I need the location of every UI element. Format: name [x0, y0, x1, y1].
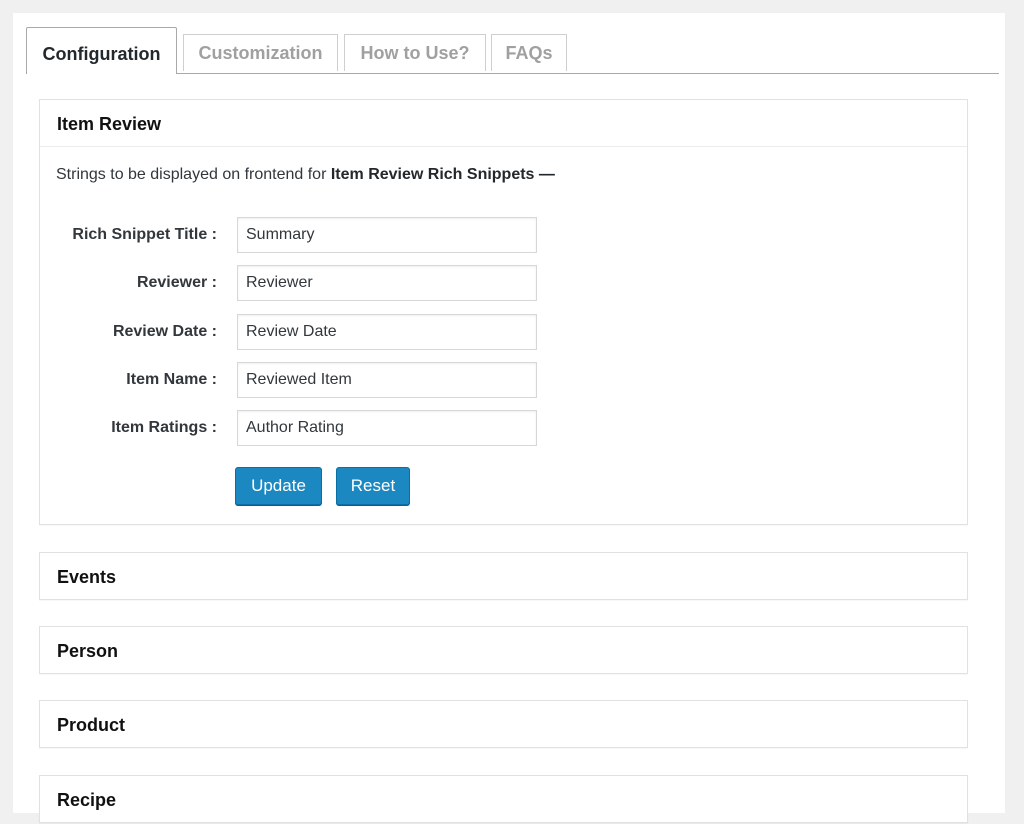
review-date-input[interactable]: [237, 314, 537, 350]
item-name-label: Item Name :: [126, 371, 217, 388]
events-panel-title[interactable]: Events: [40, 553, 967, 600]
update-button[interactable]: Update: [235, 467, 322, 505]
tab-how-to-use[interactable]: How to Use?: [344, 34, 486, 71]
form-row-item-ratings: Item Ratings :: [40, 410, 640, 446]
events-panel: Events: [39, 552, 968, 600]
form-row-item-name: Item Name :: [40, 362, 640, 398]
review-date-label: Review Date :: [112, 323, 217, 340]
recipe-panel: Recipe: [39, 775, 968, 823]
description-dash: —: [534, 166, 555, 183]
item-review-description: Strings to be displayed on frontend for …: [56, 166, 555, 184]
rich-snippet-title-input[interactable]: [237, 217, 537, 253]
item-name-input[interactable]: [237, 362, 537, 398]
recipe-panel-title[interactable]: Recipe: [40, 776, 967, 823]
tab-bar: Configuration Customization How to Use? …: [26, 27, 999, 74]
item-review-panel: Item Review Strings to be displayed on f…: [39, 99, 968, 525]
item-ratings-input[interactable]: [237, 410, 537, 446]
settings-page: Configuration Customization How to Use? …: [13, 13, 1005, 823]
rich-snippet-title-label: Rich Snippet Title :: [72, 226, 217, 243]
product-panel-title[interactable]: Product: [40, 701, 967, 748]
form-row-rich-snippet-title: Rich Snippet Title :: [40, 217, 640, 253]
product-panel: Product: [39, 700, 968, 748]
person-panel-title[interactable]: Person: [40, 627, 967, 674]
item-ratings-label: Item Ratings :: [111, 419, 217, 436]
person-panel: Person: [39, 626, 968, 674]
tab-faqs[interactable]: FAQs: [491, 34, 567, 71]
reviewer-input[interactable]: [237, 265, 537, 301]
tab-customization[interactable]: Customization: [183, 34, 338, 71]
reviewer-label: Reviewer :: [136, 274, 217, 291]
item-review-panel-title[interactable]: Item Review: [40, 100, 967, 147]
form-row-reviewer: Reviewer :: [40, 265, 640, 301]
description-text: Strings to be displayed on frontend for: [56, 166, 331, 183]
form-row-review-date: Review Date :: [40, 314, 640, 350]
description-bold-text: Item Review Rich Snippets: [330, 166, 535, 183]
reset-button[interactable]: Reset: [336, 467, 410, 505]
tab-configuration[interactable]: Configuration: [26, 27, 177, 74]
